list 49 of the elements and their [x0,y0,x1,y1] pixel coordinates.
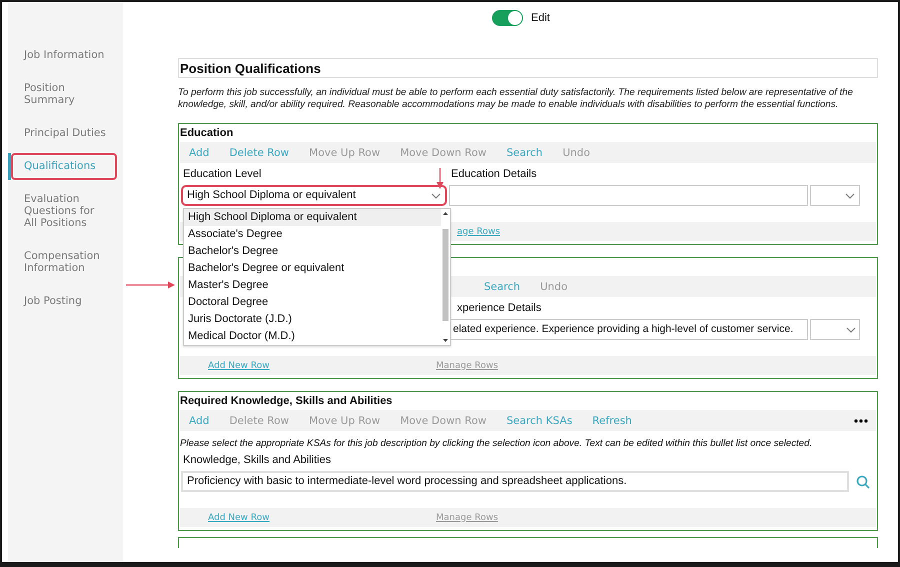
toolbar-link[interactable]: Delete Row [229,146,290,158]
sidebar-item[interactable]: Principal Duties [11,120,117,147]
chevron-icon [845,192,855,198]
select-field[interactable] [810,319,860,340]
dropdown-option[interactable]: Master's Degree [184,277,441,294]
column-header: Education Level [182,167,262,182]
input-field[interactable]: Proficiency with basic to intermediate-level word processing and spreadsheet applications. [181,471,849,492]
sidebar-item[interactable]: Qualifications [11,153,117,180]
toolbar-link[interactable]: Refresh [592,414,632,426]
sidebar-item[interactable]: Job Information [11,42,117,69]
dropdown-option[interactable]: Medical Doctor (M.D.) [184,328,441,345]
toolbar-link[interactable]: Add [189,414,210,426]
dropdown-option[interactable]: Bachelor's Degree or equivalent [184,260,441,277]
toolbar-link[interactable]: Add [189,146,210,158]
input-field[interactable]: elated experience. Experience providing a high-level of customer service. [449,319,808,340]
dropdown-option[interactable]: High School Diploma or equivalent [184,209,441,226]
more-icon[interactable] [854,418,868,422]
add-row-link[interactable]: Add New Row [208,360,270,370]
section-title: Education [179,126,234,141]
page-title: Position Qualifications [178,58,878,78]
sidebar-item[interactable]: Evaluation Questions for All Positions [11,186,117,237]
toolbar-link[interactable]: Search KSAs [506,414,572,426]
toolbar-link[interactable]: Search [506,146,543,158]
instruction-text: Please select the appropriate KSAs for this job description by clicking the selection icon above. Text can be edited within this bullet list once selected. [180,438,814,449]
section-title: Required Knowledge, Skills and Abilities [179,394,394,409]
sidebar-item[interactable]: Compensation Information [11,243,117,282]
dropdown-option[interactable]: Doctoral Degree [184,294,441,311]
add-row-link[interactable]: Add New Row [208,512,270,522]
search-icon[interactable] [856,474,870,488]
toggle-label: Edit [531,12,550,24]
toolbar-link[interactable]: Search [484,280,520,292]
sidebar-item[interactable]: Position Summary [11,75,117,114]
select-field[interactable] [810,185,860,206]
dropdown-option[interactable]: Associate's Degree [184,226,441,243]
column-header: xperience Details [456,301,542,316]
dropdown-option[interactable]: Juris Doctorate (J.D.) [184,311,441,328]
input-field[interactable] [449,185,808,206]
column-header: Knowledge, Skills and Abilities [182,453,331,468]
manage-rows-link[interactable]: age Rows [457,226,500,236]
intro-text: To perform this job successfully, an individual must be able to perform each essential duty satisfactorily. The requirements listed below are representative of the knowledge, skill, and/or ability required. Reasonable accommodations may be made to enable individuals with disabilities to perform the essential functions. [178,87,854,111]
column-header: Education Details [450,167,537,182]
sidebar-item[interactable]: Job Posting [11,288,117,315]
annotation-arrow [126,281,176,289]
dropdown-option[interactable]: Bachelor's Degree [184,243,441,260]
select-field[interactable]: High School Diploma or equivalent [181,185,447,206]
annotation-arrow [436,168,444,190]
chevron-icon [846,326,856,332]
chevron-icon [431,192,441,198]
edit-toggle[interactable] [492,10,524,26]
